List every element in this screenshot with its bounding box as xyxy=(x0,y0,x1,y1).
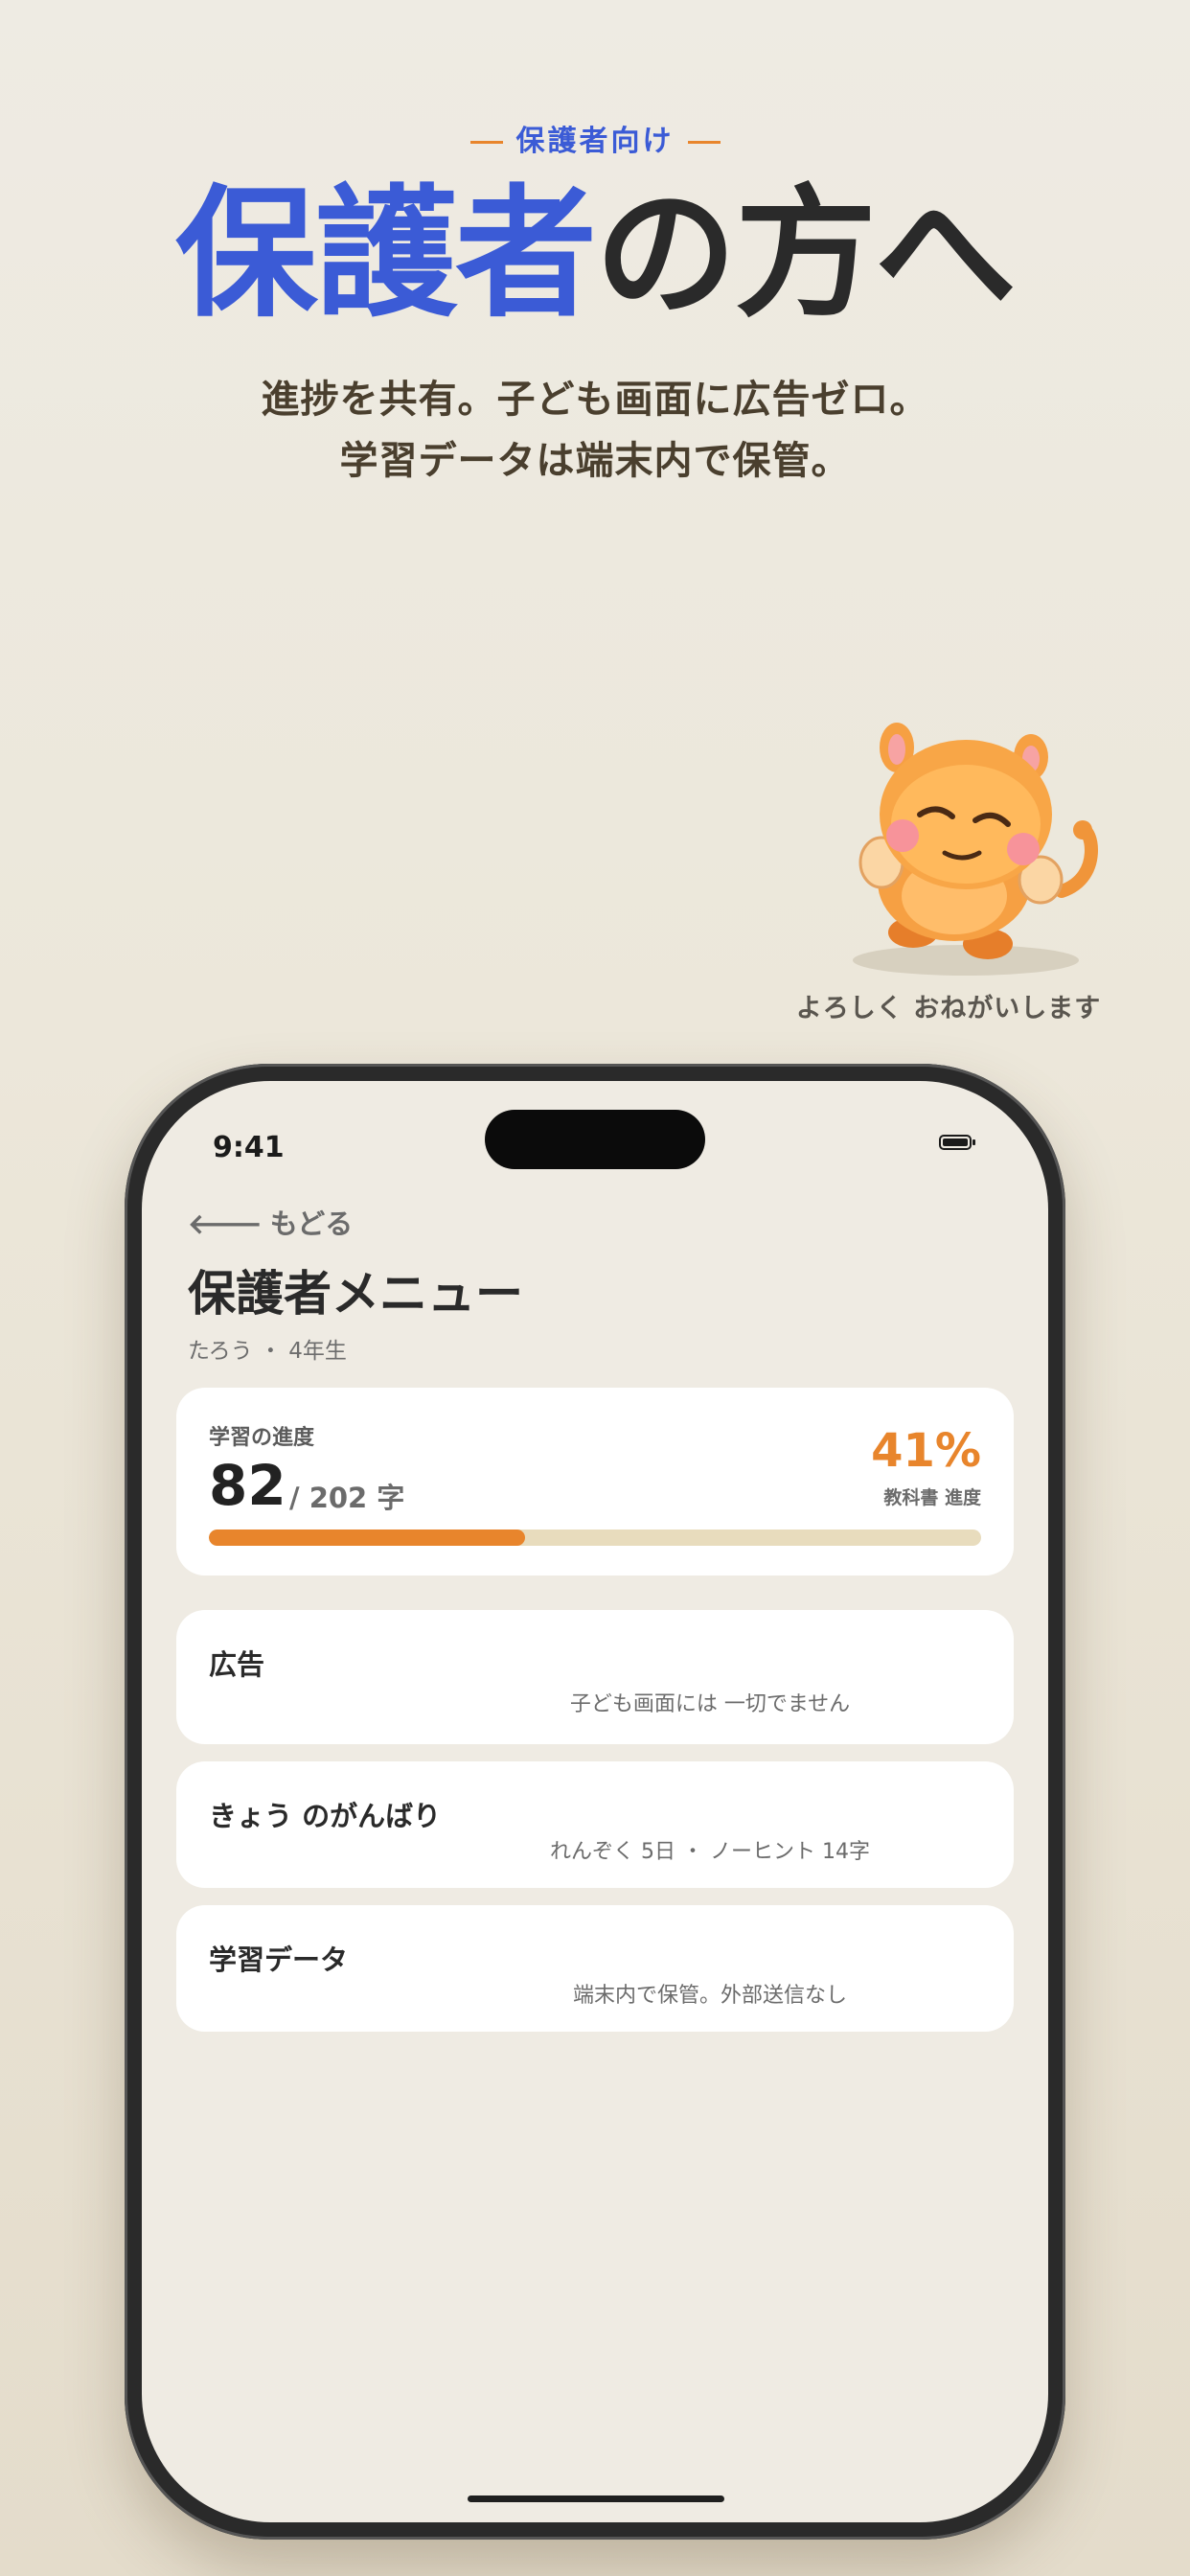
progress-total: / 202 字 xyxy=(289,1482,405,1514)
mascot-caption: よろしく おねがいします xyxy=(795,994,1102,1024)
home-indicator xyxy=(468,2496,724,2502)
page-title: 保護者メニュー xyxy=(188,1266,523,1322)
menu-item-title: 広告 xyxy=(209,1648,265,1681)
dynamic-island xyxy=(485,1110,705,1169)
progress-bar-fill xyxy=(209,1530,526,1546)
orange-monkey-mascot-icon xyxy=(853,723,1098,976)
subline-1: 進捗を共有。子ども画面に広告ゼロ。 xyxy=(261,378,929,422)
headline-rest: の方へ xyxy=(595,172,1017,336)
eyebrow-label: 保護者向け xyxy=(515,125,675,158)
menu-item-title: 学習データ xyxy=(209,1944,349,1976)
arrow-left-icon: 🡐 xyxy=(188,1208,263,1240)
progress-bar xyxy=(209,1530,981,1546)
progress-percent: 41% xyxy=(871,1424,981,1478)
menu-item-title: きょう のがんばり xyxy=(209,1800,442,1832)
menu-item-learning-data[interactable]: 学習データ 端末内で保管。外部送信なし xyxy=(176,1905,1014,2032)
progress-count: 82 xyxy=(209,1453,286,1518)
headline: 保護者の方へ xyxy=(0,182,1190,326)
progress-card: 学習の進度 82 / 202 字 41% 教科書 進度 xyxy=(176,1388,1014,1576)
menu-item-value: れんぞく 5日 ・ ノーヒント 14字 xyxy=(550,1840,870,1864)
phone-frame: 9:41 🡐 もどる 保護者メニュー たろう ・ 4年生 学習の進度 82 / 2… xyxy=(125,1064,1065,2540)
eyebrow-dash-left xyxy=(469,141,503,144)
back-label: もどる xyxy=(269,1208,354,1240)
menu-item-ads[interactable]: 広告 子ども画面には 一切でません xyxy=(176,1610,1014,1744)
menu-item-value: 子ども画面には 一切でません xyxy=(569,1692,851,1716)
progress-label: 学習の進度 xyxy=(209,1426,315,1450)
battery-icon xyxy=(939,1135,975,1150)
headline-accent: 保護者 xyxy=(175,172,597,336)
subline-2: 学習データは端末内で保管。 xyxy=(339,439,851,483)
progress-percent-label: 教科書 進度 xyxy=(883,1487,981,1508)
menu-item-today-effort[interactable]: きょう のがんばり れんぞく 5日 ・ ノーヒント 14字 xyxy=(176,1761,1014,1888)
eyebrow: 保護者向け xyxy=(0,117,1190,159)
eyebrow-dash-right xyxy=(687,141,721,144)
menu-item-value: 端末内で保管。外部送信なし xyxy=(572,1984,847,2008)
status-time: 9:41 xyxy=(213,1131,285,1164)
back-button[interactable]: 🡐 もどる xyxy=(188,1202,353,1242)
child-profile: たろう ・ 4年生 xyxy=(188,1339,347,1364)
phone-screen: 9:41 🡐 もどる 保護者メニュー たろう ・ 4年生 学習の進度 82 / 2… xyxy=(142,1081,1048,2522)
